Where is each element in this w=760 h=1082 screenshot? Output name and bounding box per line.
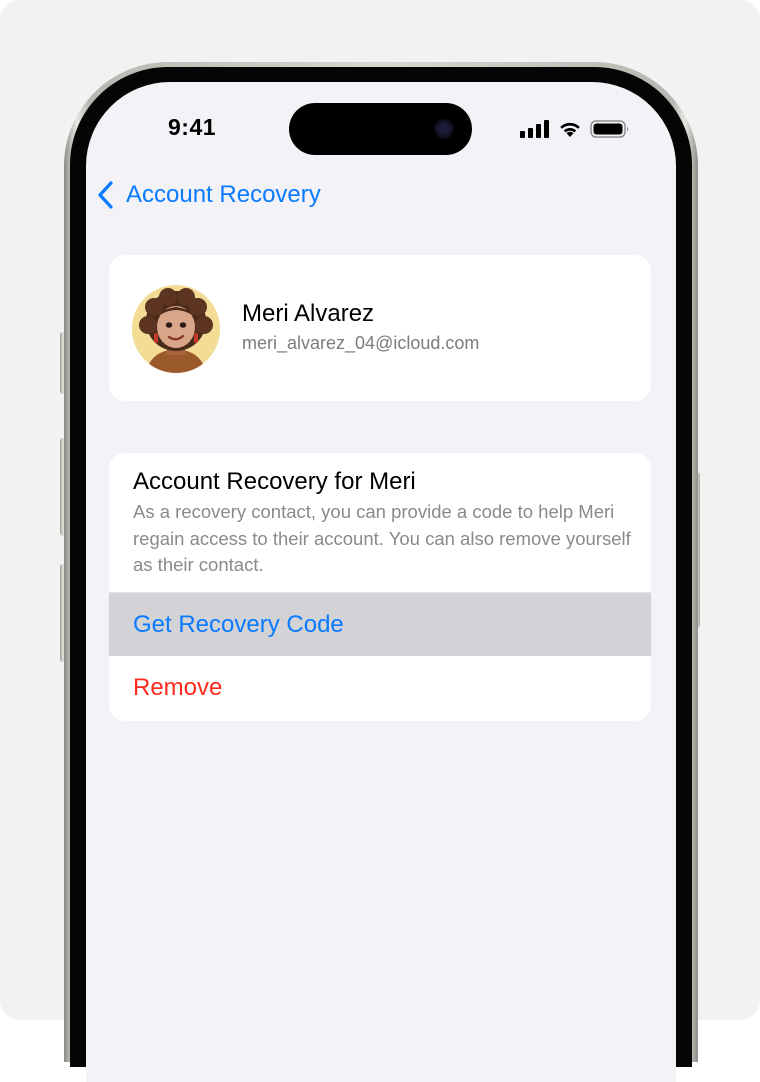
get-recovery-code-button[interactable]: Get Recovery Code	[109, 592, 651, 656]
chevron-left-icon	[98, 181, 113, 209]
remove-label: Remove	[133, 674, 223, 701]
profile-name: Meri Alvarez	[242, 300, 375, 327]
remove-button[interactable]: Remove	[109, 656, 651, 720]
wifi-icon	[560, 122, 580, 137]
recovery-title: Account Recovery for Meri	[133, 468, 416, 495]
cellular-signal-icon	[520, 120, 549, 138]
profile-email: meri_alvarez_04@icloud.com	[242, 333, 480, 353]
recovery-card: Account Recovery for Meri As a recovery …	[109, 453, 651, 721]
get-recovery-code-label: Get Recovery Code	[133, 610, 344, 638]
back-button[interactable]: Account Recovery	[96, 180, 321, 210]
profile-card[interactable]: Meri Alvarez meri_alvarez_04@icloud.com	[109, 255, 651, 401]
camera-icon	[434, 119, 454, 139]
phone-screen: 9:41 Account Recovery Meri Alvarez meri_…	[86, 82, 676, 1082]
status-icons	[520, 120, 630, 138]
dynamic-island	[289, 103, 472, 155]
status-time: 9:41	[168, 114, 217, 140]
memoji-avatar	[132, 285, 220, 373]
recovery-description: As a recovery contact, you can provide a…	[133, 501, 631, 575]
nav-title: Account Recovery	[126, 181, 321, 208]
battery-icon	[590, 120, 629, 138]
